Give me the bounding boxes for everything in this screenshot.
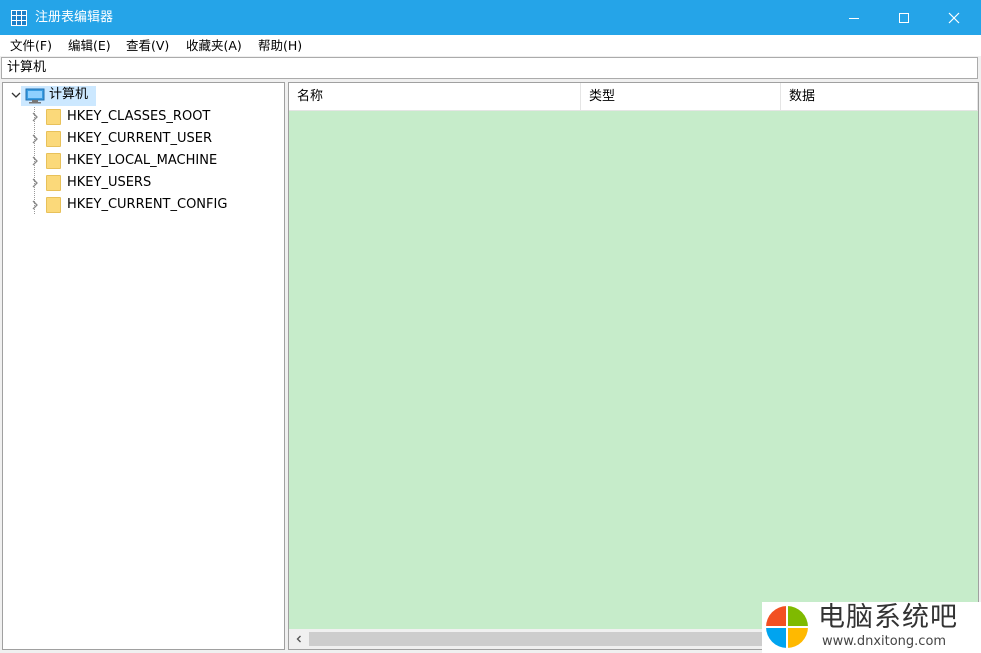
computer-icon bbox=[25, 88, 45, 104]
tree-root-label: 计算机 bbox=[49, 87, 89, 102]
chevron-down-icon[interactable] bbox=[11, 90, 21, 100]
watermark-title: 电脑系统吧 bbox=[818, 602, 958, 633]
folder-icon bbox=[46, 197, 61, 213]
folder-icon bbox=[46, 175, 61, 191]
tree-root-computer[interactable]: 计算机 bbox=[3, 84, 284, 106]
column-header-data[interactable]: 数据 bbox=[781, 83, 978, 110]
close-icon bbox=[948, 12, 960, 23]
tree-item-hklm[interactable]: HKEY_LOCAL_MACHINE bbox=[3, 150, 284, 172]
tree-item-label: HKEY_USERS bbox=[67, 175, 152, 190]
menu-bar: 文件(F) 编辑(E) 查看(V) 收藏夹(A) 帮助(H) bbox=[0, 35, 981, 56]
minimize-icon bbox=[849, 17, 859, 19]
windows-logo-icon bbox=[766, 606, 808, 648]
chevron-left-icon bbox=[296, 635, 301, 643]
chevron-right-icon[interactable] bbox=[30, 156, 40, 166]
registry-editor-icon bbox=[11, 10, 27, 26]
scroll-thumb[interactable] bbox=[309, 632, 769, 646]
values-list-pane[interactable]: 名称 类型 数据 bbox=[288, 82, 979, 650]
folder-icon bbox=[46, 131, 61, 147]
title-bar[interactable]: 注册表编辑器 bbox=[0, 0, 981, 35]
maximize-button[interactable] bbox=[881, 0, 927, 35]
values-list-body[interactable] bbox=[289, 111, 978, 629]
scroll-left-button[interactable] bbox=[289, 629, 309, 649]
menu-file[interactable]: 文件(F) bbox=[10, 35, 52, 56]
chevron-right-icon[interactable] bbox=[30, 178, 40, 188]
tree-item-hkcu[interactable]: HKEY_CURRENT_USER bbox=[3, 128, 284, 150]
tree-item-label: HKEY_CURRENT_CONFIG bbox=[67, 197, 228, 212]
maximize-icon bbox=[899, 12, 909, 23]
tree-item-label: HKEY_CLASSES_ROOT bbox=[67, 109, 211, 124]
chevron-right-icon[interactable] bbox=[30, 200, 40, 210]
address-path[interactable]: 计算机 bbox=[7, 58, 46, 78]
window-title: 注册表编辑器 bbox=[35, 10, 114, 25]
menu-view[interactable]: 查看(V) bbox=[126, 35, 169, 56]
column-header-type[interactable]: 类型 bbox=[581, 83, 781, 110]
address-bar[interactable]: 计算机 bbox=[1, 57, 978, 79]
tree-item-label: HKEY_LOCAL_MACHINE bbox=[67, 153, 218, 168]
menu-favorites[interactable]: 收藏夹(A) bbox=[186, 35, 242, 56]
watermark: 电脑系统吧 www.dnxitong.com bbox=[762, 602, 981, 653]
menu-edit[interactable]: 编辑(E) bbox=[68, 35, 111, 56]
folder-icon bbox=[46, 109, 61, 125]
watermark-url: www.dnxitong.com bbox=[822, 634, 947, 649]
chevron-right-icon[interactable] bbox=[30, 112, 40, 122]
tree-item-hkcr[interactable]: HKEY_CLASSES_ROOT bbox=[3, 106, 284, 128]
tree-item-hkcc[interactable]: HKEY_CURRENT_CONFIG bbox=[3, 194, 284, 216]
tree-item-hku[interactable]: HKEY_USERS bbox=[3, 172, 284, 194]
folder-icon bbox=[46, 153, 61, 169]
key-tree-pane[interactable]: 计算机 HKEY_CLASSES_ROOT HKEY_CURRENT_USER … bbox=[2, 82, 285, 650]
column-header-row: 名称 类型 数据 bbox=[289, 83, 978, 111]
chevron-right-icon[interactable] bbox=[30, 134, 40, 144]
minimize-button[interactable] bbox=[831, 0, 877, 35]
close-button[interactable] bbox=[931, 0, 977, 35]
tree-item-label: HKEY_CURRENT_USER bbox=[67, 131, 213, 146]
column-header-name[interactable]: 名称 bbox=[289, 83, 581, 110]
menu-help[interactable]: 帮助(H) bbox=[258, 35, 302, 56]
